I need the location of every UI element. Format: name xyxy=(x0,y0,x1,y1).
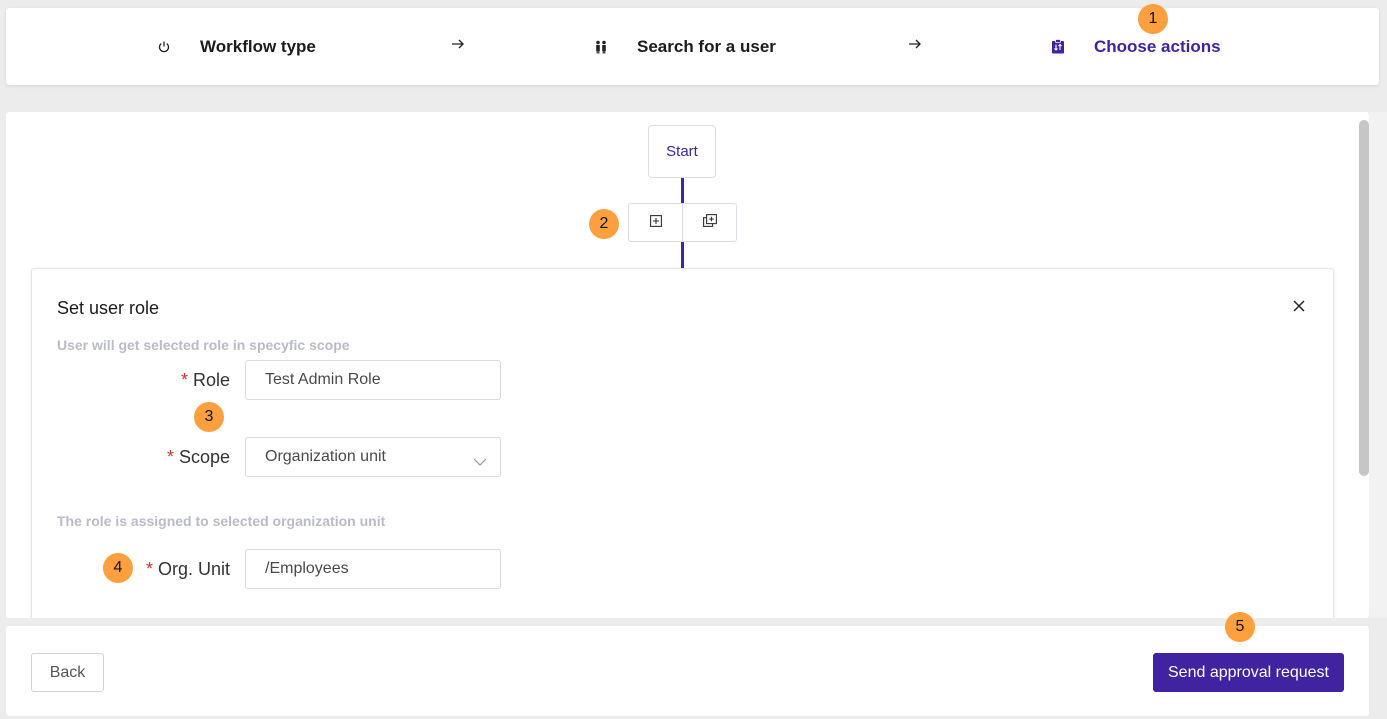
annotation-badge: 5 xyxy=(1225,612,1255,642)
role-input[interactable]: Test Admin Role xyxy=(245,360,501,400)
step-label: Choose actions xyxy=(1094,36,1221,56)
users-icon xyxy=(593,39,609,55)
footer-bar: Back Send approval request xyxy=(6,626,1369,716)
annotation-badge: 1 xyxy=(1138,4,1168,34)
step-choose-actions[interactable]: Choose actions xyxy=(1050,8,1221,85)
scope-select[interactable]: Organization unit xyxy=(245,437,501,477)
scope-hint: The role is assigned to selected organiz… xyxy=(57,513,386,529)
power-icon xyxy=(156,39,172,55)
scope-value: Organization unit xyxy=(265,448,386,465)
step-label: Search for a user xyxy=(637,36,776,56)
back-button[interactable]: Back xyxy=(31,653,104,692)
arrow-right-icon xyxy=(908,37,924,55)
add-group-button[interactable] xyxy=(682,204,736,241)
scope-label-text: Scope xyxy=(178,447,230,467)
scrollbar-thumb[interactable] xyxy=(1359,120,1369,476)
send-approval-request-button[interactable]: Send approval request xyxy=(1153,653,1344,692)
role-hint: User will get selected role in specyfic … xyxy=(57,337,350,353)
role-label-text: Role xyxy=(192,370,230,390)
stacked-plus-icon xyxy=(702,213,717,232)
add-action-button[interactable] xyxy=(629,204,682,241)
plus-square-icon xyxy=(649,214,662,232)
org-unit-input[interactable]: /Employees xyxy=(245,549,501,589)
card-title: Set user role xyxy=(57,298,160,318)
close-icon xyxy=(1293,296,1305,317)
org-unit-label: * Org. Unit xyxy=(50,559,230,580)
annotation-badge: 4 xyxy=(103,553,133,583)
set-user-role-card: Set user role User will get selected rol… xyxy=(31,268,1334,618)
workflow-stepper: Workflow type Search for a user Choose a… xyxy=(6,8,1379,85)
annotation-badge: 3 xyxy=(194,402,224,432)
required-mark: * xyxy=(180,370,188,390)
scope-label: * Scope xyxy=(50,447,230,468)
role-label: * Role xyxy=(50,370,230,391)
arrow-right-icon xyxy=(451,37,467,55)
step-workflow-type[interactable]: Workflow type xyxy=(156,8,316,85)
add-node-toolbar xyxy=(628,203,737,242)
annotation-badge: 2 xyxy=(589,209,619,239)
required-mark: * xyxy=(166,447,174,467)
scrollbar-track[interactable] xyxy=(1369,112,1387,618)
connector-line xyxy=(681,242,684,268)
workflow-canvas: Start Set user role User will get select… xyxy=(6,112,1369,618)
org-unit-label-text: Org. Unit xyxy=(157,559,230,579)
start-node[interactable]: Start xyxy=(648,125,716,178)
connector-line xyxy=(681,178,684,203)
step-label: Workflow type xyxy=(200,36,316,56)
step-search-user[interactable]: Search for a user xyxy=(593,8,776,85)
clipboard-swap-icon xyxy=(1050,39,1066,55)
close-button[interactable] xyxy=(1291,298,1307,314)
required-mark: * xyxy=(145,559,153,579)
chevron-down-icon xyxy=(473,453,487,471)
